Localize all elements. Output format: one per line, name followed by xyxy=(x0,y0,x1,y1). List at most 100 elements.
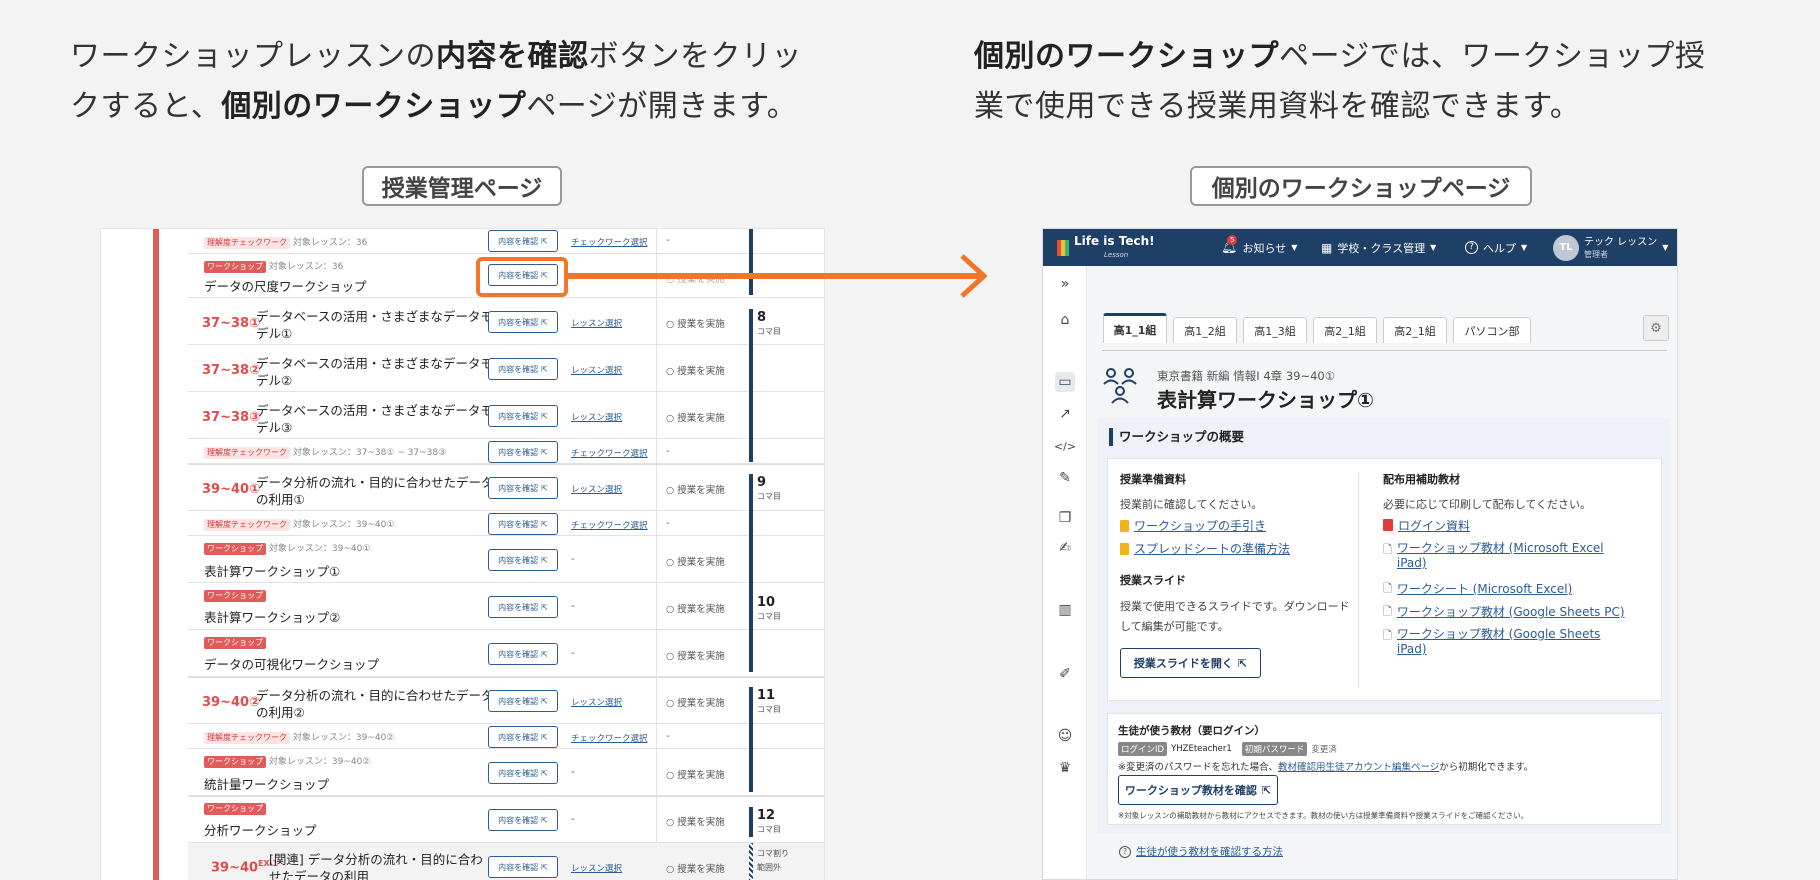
view-content-button[interactable]: 内容を確認 ⇱ xyxy=(488,513,558,535)
card-divider xyxy=(1358,473,1359,688)
external-link-icon: ⇱ xyxy=(1237,656,1248,670)
lesson-select-link[interactable]: レッスン選択 xyxy=(571,317,622,329)
lesson-select-link[interactable]: レッスン選択 xyxy=(571,483,622,495)
workshop-page-screenshot: Life is Tech! Lesson 🔔︎ 5 お知らせ ▼ ▦ 学校・クラス管理… xyxy=(1042,228,1678,880)
left-caption-line1: ワークショップレッスンの内容を確認ボタンをクリッ xyxy=(70,39,802,74)
status-text: ○ 授業を実施 xyxy=(666,413,725,424)
expand-sidebar-icon[interactable]: » xyxy=(1055,274,1075,294)
prep-link-guide[interactable]: ワークショップの手引き xyxy=(1120,517,1266,534)
row-meta: 理解度チェックワーク 対象レッスン：36 xyxy=(204,235,367,249)
edit-document-icon[interactable]: ✍ xyxy=(1055,538,1075,558)
notification-badge: 5 xyxy=(1227,235,1238,245)
document-edit-icon[interactable]: ✐ xyxy=(1055,664,1075,684)
notifications-menu[interactable]: 🔔︎ 5 お知らせ ▼ xyxy=(1221,229,1297,266)
view-content-button[interactable]: 内容を確認 ⇱ xyxy=(488,809,558,831)
lesson-select-link[interactable]: レッスン選択 xyxy=(571,411,622,423)
file-icon: 🗋︎ xyxy=(1383,605,1392,618)
koma-bar xyxy=(749,687,753,792)
check-workshop-materials-button[interactable]: ワークショップ教材を確認 ⇱ xyxy=(1118,775,1278,805)
lesson-title: 表計算ワークショップ② xyxy=(204,610,341,625)
lesson-select-link[interactable]: レッスン選択 xyxy=(571,862,622,874)
koma-bar xyxy=(749,594,753,672)
external-link-icon: ⇱ xyxy=(1261,783,1272,797)
breadcrumb: 東京書籍 新編 情報Ⅰ 4章 39~40① xyxy=(1157,369,1336,383)
view-content-button[interactable]: 内容を確認 ⇱ xyxy=(488,643,558,665)
checkwork-select-link[interactable]: チェックワーク選択 xyxy=(571,236,648,248)
status-text: ○ 授業を実施 xyxy=(666,557,725,568)
home-icon[interactable]: ⌂ xyxy=(1055,310,1075,330)
view-content-button[interactable]: 内容を確認 ⇱ xyxy=(488,690,558,712)
user-menu[interactable]: TL テック レッスン 管理者 ▼ xyxy=(1553,229,1668,266)
trophy-icon[interactable]: ♛ xyxy=(1055,758,1075,778)
handout-link-worksheet[interactable]: 🗋︎ ワークシート (Microsoft Excel) xyxy=(1383,580,1572,599)
school-class-menu[interactable]: ▦ 学校・クラス管理 ▼ xyxy=(1321,229,1436,266)
left-caption-line2: クすると、個別のワークショップページが開きます。 xyxy=(70,89,798,124)
view-content-button[interactable]: 内容を確認 ⇱ xyxy=(488,856,558,878)
lesson-monitor-icon[interactable]: ▭ xyxy=(1055,372,1075,392)
documents-icon[interactable]: ❐ xyxy=(1055,508,1075,528)
checkwork-select-link[interactable]: チェックワーク選択 xyxy=(571,732,648,744)
lesson-number: 37~38① xyxy=(202,316,261,331)
pdf-icon xyxy=(1383,519,1393,531)
tab-pc-club[interactable]: パソコン部 xyxy=(1453,317,1531,343)
tab-class-2-1b[interactable]: 高2_1組 xyxy=(1383,317,1447,343)
tab-class-1-2[interactable]: 高1_2組 xyxy=(1173,317,1237,343)
highlight-box xyxy=(476,257,568,297)
koma-out-of-range-bar xyxy=(749,843,753,880)
right-caption: 個別のワークショップページでは、ワークショップ授 業で使用できる授業用資料を確認… xyxy=(974,32,1774,132)
student-account-edit-link[interactable]: 教材確認用生徒アカウント編集ページ xyxy=(1278,762,1439,773)
prep-link-spreadsheet[interactable]: スプレッドシートの準備方法 xyxy=(1120,540,1290,557)
app-logo[interactable]: Life is Tech! Lesson xyxy=(1057,229,1155,266)
row-meta: 理解度チェックワーク 対象レッスン：39~40② xyxy=(204,730,394,744)
view-content-button[interactable]: 内容を確認 ⇱ xyxy=(488,230,558,252)
tab-class-1-1[interactable]: 高1_1組 xyxy=(1103,313,1167,343)
view-content-button[interactable]: 内容を確認 ⇱ xyxy=(488,726,558,748)
status-text: - xyxy=(666,235,670,246)
student-title: 生徒が使う教材（要ログイン） xyxy=(1118,725,1265,737)
tab-class-1-3[interactable]: 高1_3組 xyxy=(1243,317,1307,343)
view-content-button[interactable]: 内容を確認 ⇱ xyxy=(488,549,558,571)
password-note: ※変更済のパスワードを忘れた場合、教材確認用生徒アカウント編集ページから初期化で… xyxy=(1118,762,1534,773)
view-content-button[interactable]: 内容を確認 ⇱ xyxy=(488,358,558,380)
help-icon: ? xyxy=(1119,845,1131,858)
handout-link-excel-ipad[interactable]: 🗋︎ ワークショップ教材 (Microsoft Excel iPad) xyxy=(1383,541,1604,571)
tab-class-2-1[interactable]: 高2_1組 xyxy=(1313,317,1377,343)
bar-chart-icon[interactable]: ▥ xyxy=(1055,600,1075,620)
view-content-button[interactable]: 内容を確認 ⇱ xyxy=(488,311,558,333)
checkwork-select-link[interactable]: チェックワーク選択 xyxy=(571,447,648,459)
lesson-number: 39~40EX-1 xyxy=(211,859,278,876)
lesson-select-link[interactable]: レッスン選択 xyxy=(571,364,622,376)
checkwork-select-link[interactable]: チェックワーク選択 xyxy=(571,519,648,531)
status-text: ○ 授業を実施 xyxy=(666,604,725,615)
pen-icon[interactable]: ✎ xyxy=(1055,468,1075,488)
handout-link-gsheets-pc[interactable]: 🗋︎ ワークショップ教材 (Google Sheets PC) xyxy=(1383,603,1625,622)
google-doc-icon xyxy=(1120,519,1129,532)
row-meta: ワークショップ 対象レッスン：36 xyxy=(204,259,343,273)
row-meta: 理解度チェックワーク 対象レッスン：37~38① ~ 37~38③ xyxy=(204,445,446,459)
view-content-button[interactable]: 内容を確認 ⇱ xyxy=(488,405,558,427)
handout-link-login[interactable]: ログイン資料 xyxy=(1383,517,1470,534)
smile-icon[interactable]: ☺ xyxy=(1055,726,1075,746)
open-slides-button[interactable]: 授業スライドを開く ⇱ xyxy=(1120,648,1261,678)
status-text: ○ 授業を実施 xyxy=(666,698,725,709)
trend-icon[interactable]: ↗ xyxy=(1055,404,1075,424)
code-icon[interactable]: </> xyxy=(1054,436,1076,456)
left-caption: ワークショップレッスンの内容を確認ボタンをクリッ クすると、個別のワークショップ… xyxy=(70,32,850,132)
prep-title: 授業準備資料 xyxy=(1120,473,1186,486)
how-to-check-link[interactable]: ? 生徒が使う教材を確認する方法 xyxy=(1119,844,1283,859)
google-doc-icon xyxy=(1120,542,1129,555)
view-content-button[interactable]: 内容を確認 ⇱ xyxy=(488,441,558,463)
help-icon: ? xyxy=(1465,241,1478,254)
right-page-tag: 個別のワークショップページ xyxy=(1190,166,1532,206)
koma-bar xyxy=(749,807,753,837)
settings-icon[interactable]: ⚙ xyxy=(1643,315,1669,341)
help-menu[interactable]: ? ヘルプ ▼ xyxy=(1465,229,1527,266)
view-content-button[interactable]: 内容を確認 ⇱ xyxy=(488,596,558,618)
status-text: ○ 授業を実施 xyxy=(666,817,725,828)
right-caption-line2: 業で使用できる授業用資料を確認できます。 xyxy=(974,89,1581,124)
view-content-button[interactable]: 内容を確認 ⇱ xyxy=(488,762,558,784)
lesson-select-link[interactable]: レッスン選択 xyxy=(571,696,622,708)
right-caption-line1: 個別のワークショップページでは、ワークショップ授 xyxy=(974,39,1706,74)
handout-link-gsheets-ipad[interactable]: 🗋︎ ワークショップ教材 (Google Sheets iPad) xyxy=(1383,627,1600,657)
view-content-button[interactable]: 内容を確認 ⇱ xyxy=(488,477,558,499)
